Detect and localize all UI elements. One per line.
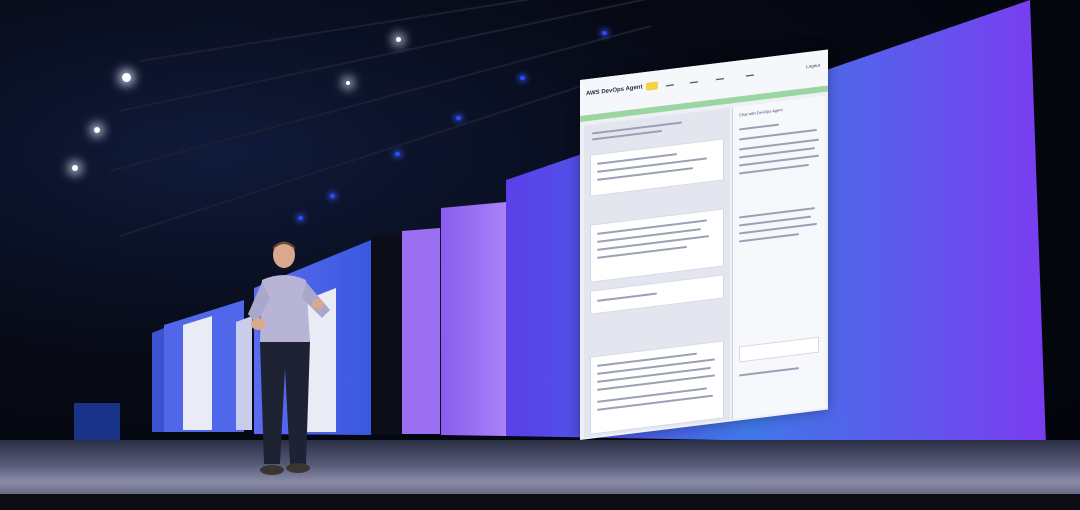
investigation-panel: [584, 107, 730, 438]
led-screens: [74, 0, 1046, 446]
nav-item[interactable]: ▬▬: [690, 79, 698, 85]
text-line: [739, 123, 779, 131]
presenter-shirt: [260, 275, 310, 345]
app-logo: AWS DevOps Agent: [586, 84, 643, 98]
keynote-stage-scene: AWS DevOps Agent ▬▬ ▬▬ ▬▬ ▬▬ Logout Chat…: [0, 0, 1080, 510]
purple-led-screen: [441, 202, 506, 436]
content-card: [590, 138, 724, 197]
chat-input[interactable]: [739, 336, 819, 363]
status-badge: [646, 81, 658, 91]
presenter: [248, 241, 330, 475]
sidebar-title: Chat with DevOps Agent: [739, 107, 783, 118]
far-left-led-screen-edge: [152, 328, 164, 432]
nav-item[interactable]: ▬▬: [746, 72, 754, 78]
text-line: [739, 128, 817, 141]
text-line: [739, 163, 809, 175]
content-card: [590, 208, 724, 283]
devops-agent-app-window: AWS DevOps Agent ▬▬ ▬▬ ▬▬ ▬▬ Logout Chat…: [580, 49, 828, 440]
presenter-pants: [260, 342, 310, 464]
blue-cube-prop: [74, 403, 120, 443]
text-line: [739, 233, 799, 243]
content-card: [590, 340, 724, 435]
nav-item[interactable]: ▬▬: [716, 75, 724, 81]
nav-item[interactable]: ▬▬: [666, 81, 674, 87]
chat-sidebar: Chat with DevOps Agent: [732, 95, 825, 420]
content-card: [590, 274, 724, 315]
stage-pillar: [371, 235, 402, 435]
stage-floor-edge: [0, 494, 1080, 510]
left-screen-window: [183, 316, 212, 430]
purple-led-screen: [402, 228, 440, 434]
logout-button[interactable]: Logout: [806, 63, 820, 70]
text-line: [739, 367, 799, 377]
